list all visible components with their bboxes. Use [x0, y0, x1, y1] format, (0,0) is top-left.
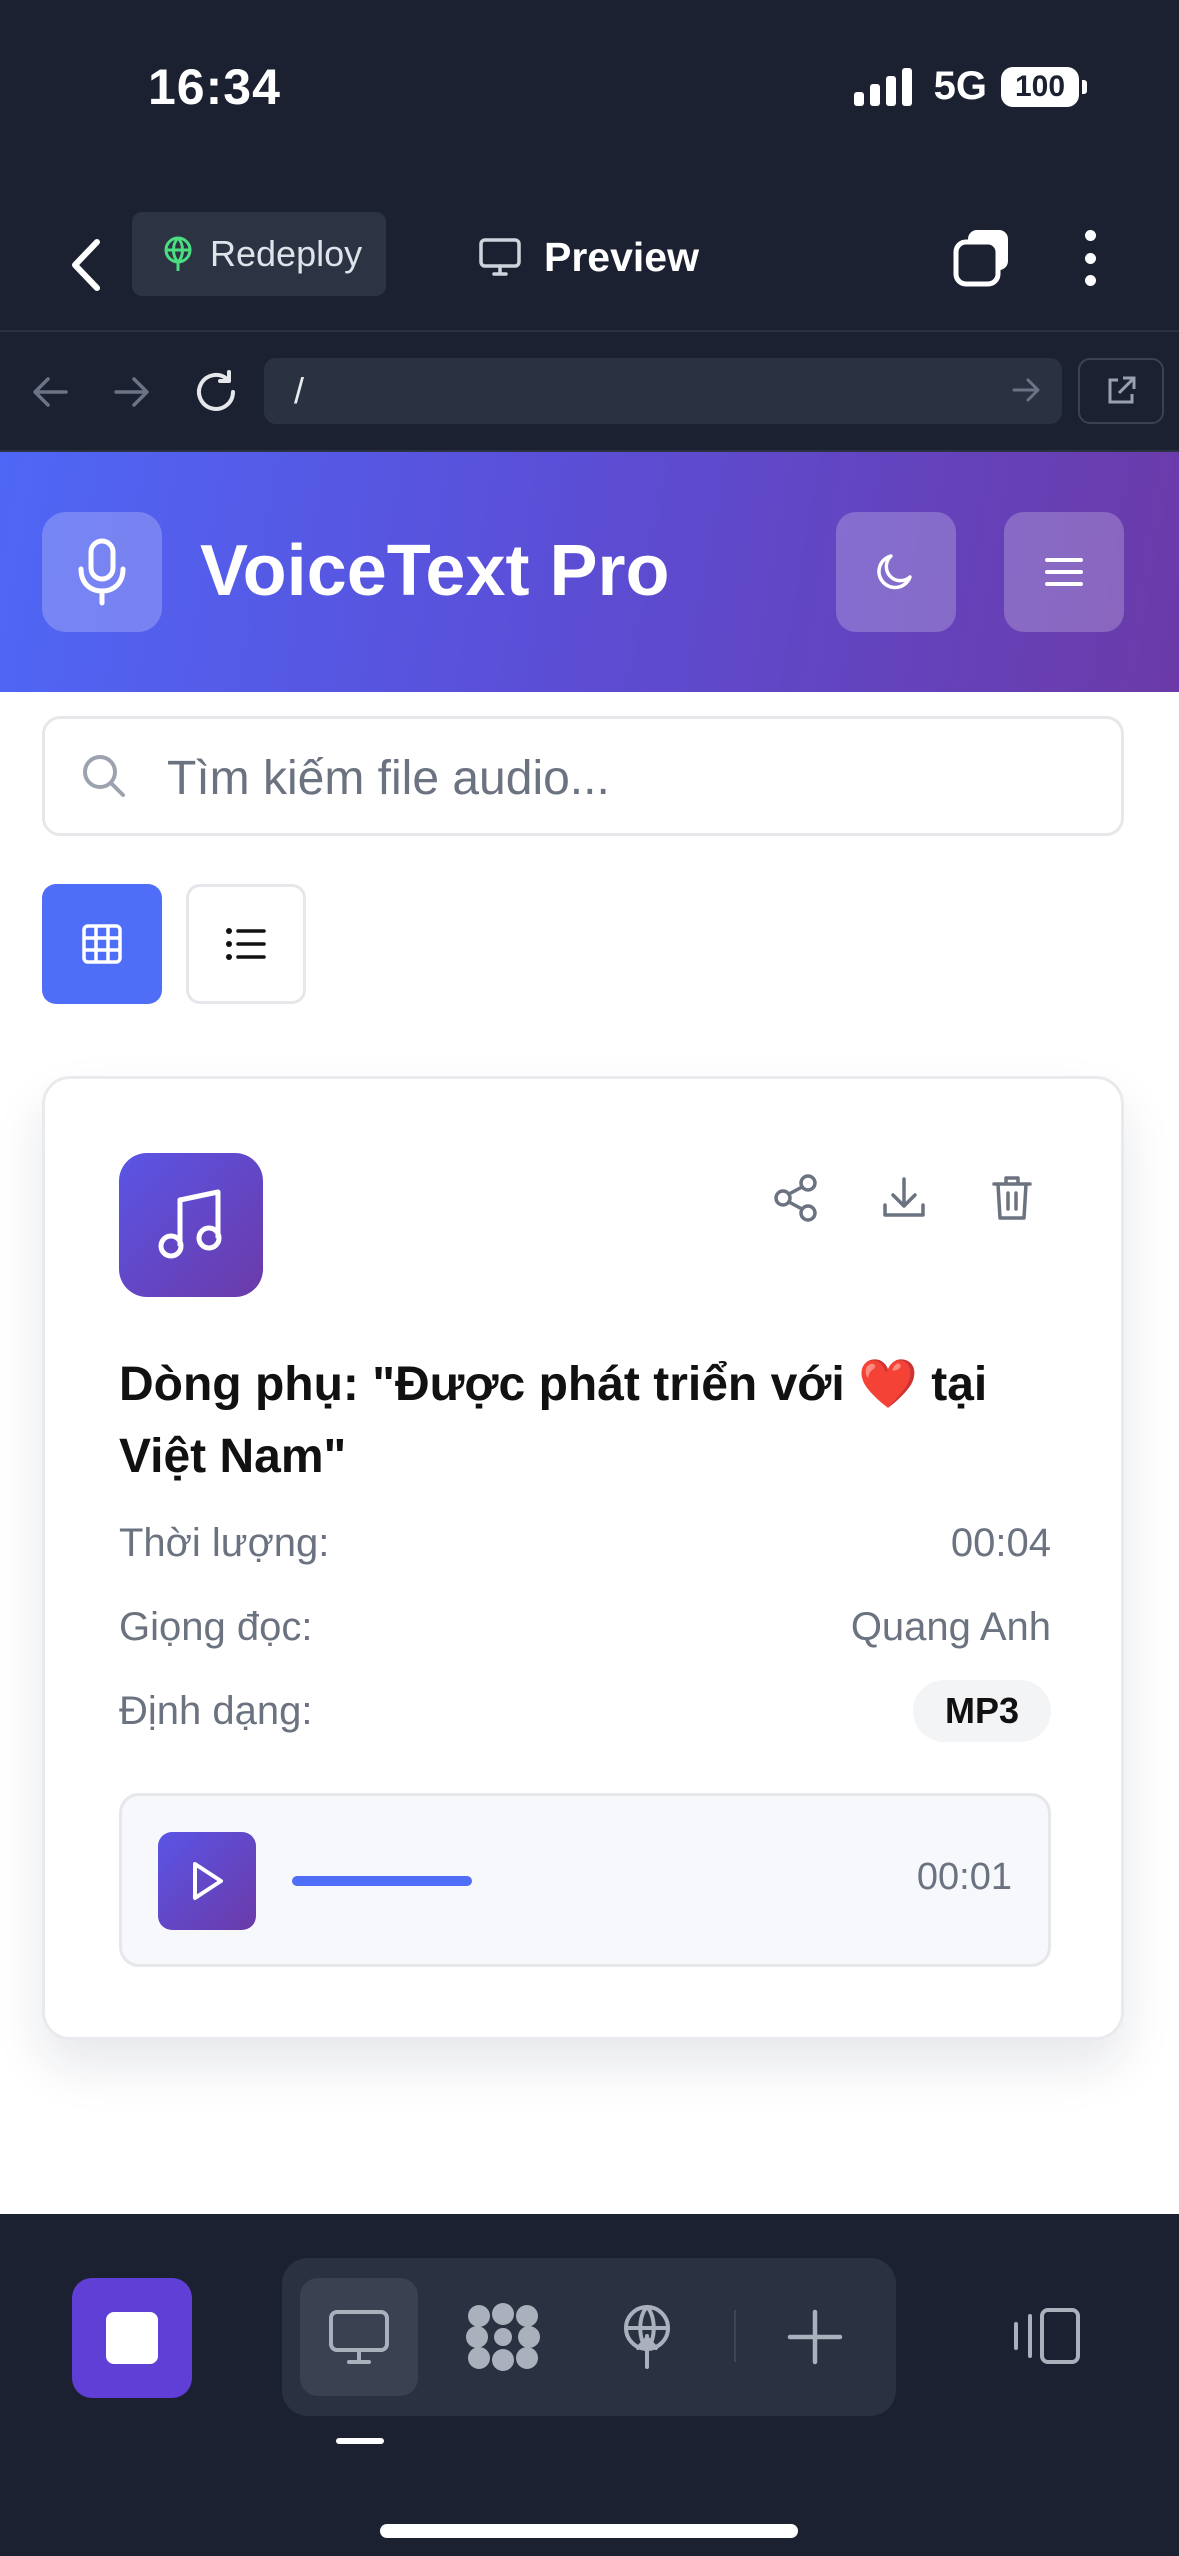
toolbar-segment: [282, 2258, 896, 2416]
deploy-icon: [164, 236, 192, 271]
search-input[interactable]: [165, 739, 1069, 817]
home-indicator: [380, 2524, 798, 2538]
duration-value: 00:04: [950, 1520, 1051, 1565]
chevron-left-icon: [72, 239, 100, 291]
reload-icon[interactable]: [186, 362, 246, 422]
moon-icon: [877, 554, 912, 590]
voice-label: Giọng đọc:: [119, 1604, 313, 1649]
add-button[interactable]: [756, 2278, 874, 2396]
delete-button[interactable]: [977, 1163, 1047, 1233]
theme-toggle-button[interactable]: [836, 512, 956, 632]
app-title: VoiceText Pro: [200, 531, 670, 611]
grid-view-button[interactable]: [42, 884, 162, 1004]
toolbar-divider: [734, 2310, 736, 2362]
external-link-icon: [1108, 376, 1136, 404]
play-button[interactable]: [158, 1832, 256, 1930]
list-icon: [226, 928, 266, 960]
active-tab-indicator: [336, 2438, 384, 2444]
browser-toolbar: Redeploy Preview: [0, 210, 1179, 320]
audio-player: 00:01: [119, 1793, 1051, 1967]
app-header: VoiceText Pro: [0, 452, 1179, 692]
heart-emoji: ❤️: [858, 1358, 918, 1411]
music-note-icon: [158, 1189, 222, 1259]
more-options-icon[interactable]: [1072, 226, 1108, 290]
microphone-icon: [78, 538, 126, 606]
audio-card: Dòng phụ: "Được phát triển với ❤️ tại Vi…: [42, 1076, 1124, 2040]
redeploy-label: Redeploy: [210, 233, 363, 274]
bottom-toolbar: [0, 2214, 1179, 2556]
tabs-button[interactable]: [952, 226, 1014, 288]
play-icon: [193, 1862, 223, 1900]
nav-forward-icon[interactable]: [102, 362, 162, 422]
apps-icon: [466, 2303, 540, 2371]
desktop-button[interactable]: [300, 2278, 418, 2396]
redeploy-button[interactable]: Redeploy: [132, 212, 386, 296]
grid-icon: [82, 924, 122, 964]
share-button[interactable]: [761, 1163, 831, 1233]
audio-title: Dòng phụ: "Được phát triển với ❤️ tại Vi…: [119, 1349, 1059, 1493]
nav-back-icon[interactable]: [20, 362, 80, 422]
tabs-icon: [953, 230, 1008, 287]
preview-button[interactable]: Preview: [478, 224, 699, 290]
desktop-icon: [329, 2310, 389, 2364]
format-label: Định dạng:: [119, 1688, 313, 1733]
search-icon: [83, 755, 125, 797]
status-indicators: 5G 100: [853, 64, 1087, 109]
deploy-button[interactable]: [588, 2278, 706, 2396]
plus-icon: [787, 2309, 843, 2365]
logo: [42, 512, 162, 632]
network-label: 5G: [933, 64, 987, 108]
format-badge: MP3: [912, 1680, 1051, 1742]
search-box[interactable]: [42, 716, 1124, 836]
split-view-icon[interactable]: [1010, 2306, 1082, 2366]
status-time: 16:34: [148, 59, 281, 115]
voice-value: Quang Anh: [850, 1604, 1051, 1649]
download-button[interactable]: [869, 1163, 939, 1233]
preview-label: Preview: [544, 233, 699, 280]
current-time: 00:01: [916, 1856, 1012, 1898]
duration-label: Thời lượng:: [119, 1520, 330, 1565]
back-button[interactable]: [56, 230, 116, 300]
open-external-button[interactable]: [1078, 358, 1164, 424]
stop-icon: [106, 2312, 158, 2364]
signal-icon: [853, 67, 912, 106]
deploy-icon: [624, 2305, 670, 2369]
download-icon: [883, 1177, 925, 1217]
format-row: Định dạng: MP3: [119, 1680, 1051, 1742]
url-field[interactable]: /: [264, 358, 1062, 424]
url-bar-row: /: [0, 330, 1179, 452]
progress-bar[interactable]: [292, 1876, 472, 1886]
menu-icon: [1045, 558, 1083, 586]
battery-icon: 100: [1001, 66, 1087, 107]
voice-row: Giọng đọc: Quang Anh: [119, 1597, 1051, 1657]
top-chrome: 16:34 5G 100 Redeploy Preview /: [0, 0, 1179, 452]
menu-button[interactable]: [1004, 512, 1124, 632]
share-icon: [774, 1174, 817, 1222]
stop-button[interactable]: [72, 2278, 192, 2398]
audio-title-text: Dòng phụ: "Được phát triển với: [119, 1358, 845, 1411]
audio-thumbnail: [119, 1153, 263, 1297]
monitor-icon: [479, 238, 521, 276]
trash-icon: [992, 1176, 1032, 1220]
apps-button[interactable]: [444, 2278, 562, 2396]
go-arrow-icon[interactable]: [1012, 372, 1042, 408]
list-view-button[interactable]: [186, 884, 306, 1004]
duration-row: Thời lượng: 00:04: [119, 1513, 1051, 1573]
url-path: /: [294, 370, 305, 411]
